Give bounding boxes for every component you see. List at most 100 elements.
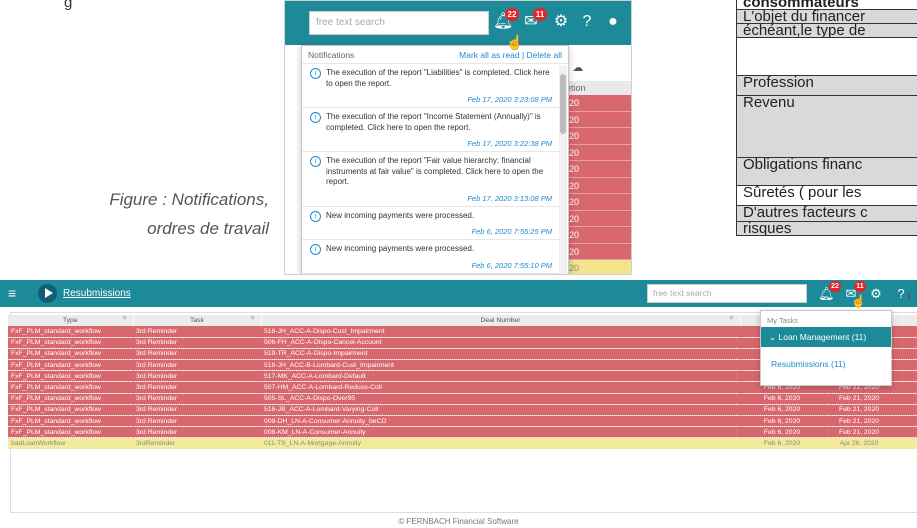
document-table-row: Sûretés ( pour les bbox=[737, 186, 917, 206]
table-cell-type: FxF_PLM_standard_workflow bbox=[8, 326, 133, 338]
notification-timestamp: Feb 17, 2020 3:22:38 PM bbox=[467, 139, 552, 148]
info-icon: i bbox=[310, 244, 321, 255]
page-title-link[interactable]: Resubmissions bbox=[63, 288, 131, 299]
table-cell-d1: Feb 6, 2020 bbox=[740, 404, 824, 417]
info-icon: i bbox=[310, 112, 321, 123]
tasks-badge: 11 bbox=[854, 281, 866, 292]
column-menu-icon[interactable]: ≡ bbox=[122, 315, 126, 322]
column-header[interactable]: Task ≡ bbox=[133, 315, 262, 326]
document-table-row: échéant,le type de bbox=[737, 24, 917, 38]
table-cell-deal: 506-FH_ACC-A-Dispo-Cancel-Account bbox=[261, 337, 740, 349]
table-cell-extra bbox=[894, 348, 917, 361]
notification-item[interactable]: i The execution of the report "Liabilitie… bbox=[302, 64, 560, 108]
table-cell-task: 3rd Reminder bbox=[133, 337, 261, 349]
info-icon: i bbox=[310, 156, 321, 167]
table-cell-extra bbox=[894, 437, 917, 450]
gear-icon[interactable]: ⚙ bbox=[551, 12, 571, 32]
table-cell-extra bbox=[894, 326, 917, 338]
table-row[interactable]: FxF_PLM_standard_workflow 3rd Reminder 008… bbox=[8, 426, 917, 439]
mark-all-read-delete-all-link[interactable]: Mark all as read | Delete all bbox=[459, 50, 562, 60]
notifications-title: Notifications bbox=[308, 50, 355, 60]
notification-item[interactable]: i New incoming payments were processed. Fe… bbox=[302, 240, 560, 274]
table-row[interactable]: badLoanWorkflow 3rdReminder 011-TS_LN-A-Mo… bbox=[8, 437, 917, 450]
table-cell-task: 3rd Reminder bbox=[133, 393, 261, 405]
table-cell-d1: Feb 6, 2020 bbox=[740, 415, 824, 428]
hamburger-menu-icon[interactable]: ≡ bbox=[8, 286, 22, 300]
notification-message: The execution of the report "Income Stat… bbox=[326, 112, 541, 132]
column-menu-icon[interactable]: ≡ bbox=[250, 315, 254, 322]
table-cell-deal: 011-TS_LN-A-Mortgage-Annuity bbox=[261, 437, 740, 450]
search-input[interactable]: free text search bbox=[647, 284, 807, 303]
table-cell-task: 3rd Reminder bbox=[133, 359, 261, 372]
table-cell-deal: 517-MK_ACC-A-Lombard-Default bbox=[261, 370, 740, 383]
help-icon[interactable]: ? bbox=[577, 12, 597, 32]
table-cell-deal: 505-SL_ACC-A-Dispo-Over95 bbox=[261, 393, 740, 405]
table-cell-d1: Feb 6, 2020 bbox=[740, 393, 824, 405]
notification-message: The execution of the report "Fair value … bbox=[326, 156, 544, 186]
table-cell-deal: 516-JB_ACC-A-Lombard-Varying-Coll bbox=[261, 404, 740, 417]
app-logo-icon bbox=[38, 284, 57, 303]
table-cell-task: 3rd Reminder bbox=[133, 415, 261, 428]
column-header[interactable]: Deal Number ≡ bbox=[261, 315, 741, 326]
document-table: consommateurs L'objet du financer échéant,… bbox=[736, 0, 917, 236]
notifications-header: Notifications Mark all as read | Delete … bbox=[302, 46, 568, 64]
table-cell-task: 3rdReminder bbox=[133, 437, 261, 450]
table-row[interactable]: FxF_PLM_standard_workflow 3rd Reminder 505… bbox=[8, 393, 917, 405]
table-cell-extra bbox=[894, 370, 917, 383]
table-cell-type: FxF_PLM_standard_workflow bbox=[8, 359, 133, 372]
search-input[interactable]: free text search bbox=[309, 11, 489, 35]
document-table-row: consommateurs bbox=[737, 0, 917, 10]
bell-icon[interactable]: 🔔︎ 22 bbox=[493, 8, 519, 32]
table-cell-d2: Feb 21, 2020 bbox=[824, 415, 894, 428]
table-cell-task: 3rd Reminder bbox=[133, 381, 261, 394]
document-table-row: L'objet du financer bbox=[737, 10, 917, 24]
figure-caption-line1: Figure : Notifications, bbox=[109, 190, 269, 209]
info-icon: i bbox=[310, 68, 321, 79]
notification-timestamp: Feb 6, 2020 7:55:25 PM bbox=[471, 227, 552, 236]
notifications-list: i The execution of the report "Liabilitie… bbox=[302, 64, 560, 275]
column-header[interactable] bbox=[894, 315, 917, 326]
notification-timestamp: Feb 6, 2020 7:55:10 PM bbox=[471, 260, 552, 270]
table-row[interactable]: FxF_PLM_standard_workflow 3rd Reminder 516… bbox=[8, 404, 917, 417]
column-header-label: Type bbox=[62, 317, 78, 324]
user-icon[interactable]: ● bbox=[603, 12, 623, 32]
table-cell-deal: 008-KM_LN-A-Consumer-Annuity bbox=[261, 426, 740, 439]
gear-icon[interactable]: ⚙ bbox=[868, 286, 884, 302]
table-cell-d2: Feb 21, 2020 bbox=[824, 426, 894, 439]
notification-item[interactable]: i The execution of the report "Income Sta… bbox=[302, 108, 560, 152]
table-cell-extra bbox=[894, 393, 917, 405]
table-cell-d2: Apr 26, 2020 bbox=[824, 437, 894, 450]
notification-item[interactable]: i New incoming payments were processed. Fe… bbox=[302, 207, 560, 240]
table-cell-type: FxF_PLM_standard_workflow bbox=[8, 404, 133, 417]
tasks-icon[interactable]: ✉ 11 bbox=[521, 8, 547, 32]
table-row[interactable]: FxF_PLM_standard_workflow 3rd Reminder 009… bbox=[8, 415, 917, 428]
table-cell-extra bbox=[894, 381, 917, 394]
task-group-label: Loan Management (11) bbox=[778, 332, 867, 342]
task-group-loan-management[interactable]: ⌄ Loan Management (11) bbox=[761, 327, 891, 347]
my-tasks-dropdown: My Tasks ⌄ Loan Management (11) Resubmis… bbox=[760, 310, 892, 386]
table-cell-type: FxF_PLM_standard_workflow bbox=[8, 415, 133, 428]
resubmissions-screenshot: ≡ Resubmissions free text search 🔔︎ 22 ✉ 1… bbox=[0, 280, 917, 528]
column-header[interactable]: Type ≡ bbox=[8, 315, 134, 326]
table-cell-extra bbox=[894, 337, 917, 349]
notification-badge: 22 bbox=[829, 281, 841, 292]
task-item-resubmissions[interactable]: Resubmissions (11) bbox=[761, 347, 891, 369]
notification-item[interactable]: i The execution of the report "Fair value… bbox=[302, 152, 560, 207]
column-menu-icon[interactable]: ≡ bbox=[729, 315, 733, 322]
my-tasks-header: My Tasks bbox=[767, 316, 799, 325]
table-cell-task: 3rd Reminder bbox=[133, 326, 261, 338]
grid-columns-icon[interactable]: ‖ bbox=[907, 292, 911, 303]
table-cell-type: FxF_PLM_standard_workflow bbox=[8, 348, 133, 361]
notification-message: New incoming payments were processed. bbox=[326, 244, 475, 253]
scrollbar-thumb[interactable] bbox=[560, 74, 566, 134]
hand-cursor-icon: ☝ bbox=[851, 294, 866, 308]
table-cell-deal: 518-JH_ACC-B-Lombard-Cust_Impairment bbox=[261, 359, 740, 372]
scrollbar[interactable] bbox=[559, 66, 567, 274]
table-cell-d2: Feb 21, 2020 bbox=[824, 393, 894, 405]
table-cell-d1: Feb 6, 2020 bbox=[740, 437, 824, 450]
notification-item[interactable]: iNew incoming payments were processed. bbox=[302, 274, 560, 275]
bell-icon[interactable]: 🔔︎ 22 bbox=[818, 281, 841, 302]
document-table-row bbox=[737, 38, 917, 76]
table-cell-type: FxF_PLM_standard_workflow bbox=[8, 393, 133, 405]
hand-cursor-icon: ☝ bbox=[506, 34, 524, 50]
